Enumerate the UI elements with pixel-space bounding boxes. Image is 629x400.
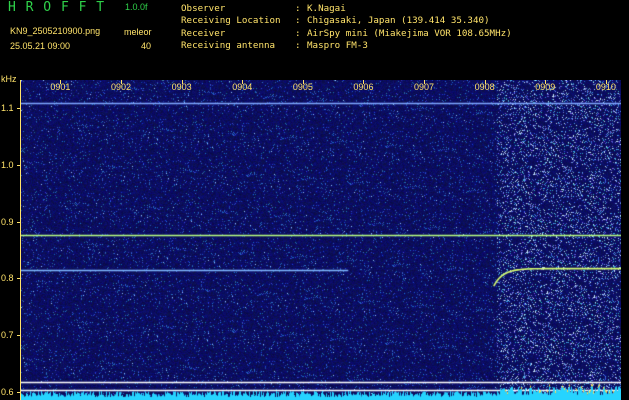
location-value: Chigasaki, Japan (139.414 35.340) <box>307 15 490 27</box>
y-tick-label: 1.0 <box>1 159 14 170</box>
x-tick-mark <box>242 80 244 84</box>
file-name: KN9_2505210900.png <box>10 26 101 36</box>
y-tick-mark <box>17 391 21 393</box>
y-tick-mark <box>17 278 21 280</box>
y-tick-mark <box>17 334 21 336</box>
y-tick-mark <box>17 221 21 223</box>
x-tick-mark <box>302 80 304 84</box>
y-tick-label: 0.9 <box>1 216 14 227</box>
antenna-row: Receiving antenna : Maspro FM-3 <box>181 40 512 52</box>
y-tick-label: 1.1 <box>1 103 14 114</box>
hrofft-window: H R O F F T 1.0.0f KN9_2505210900.png 25… <box>0 0 629 400</box>
date-time: 25.05.21 09:00 <box>10 41 71 51</box>
x-tick-mark <box>424 80 426 84</box>
y-axis-unit: kHz <box>1 74 17 84</box>
y-tick-label: 0.8 <box>1 273 14 284</box>
y-tick-mark <box>17 164 21 166</box>
antenna-separator: : <box>295 39 301 51</box>
location-label: Receiving Location <box>181 15 281 27</box>
x-tick-mark <box>60 80 62 84</box>
x-tick-mark <box>484 80 486 84</box>
receiver-separator: : <box>295 27 301 39</box>
x-tick-mark <box>545 80 547 84</box>
app-version: 1.0.0f <box>125 2 148 12</box>
observer-value: K.Nagai <box>307 3 346 14</box>
receiver-value: AirSpy mini (Miakejima VOR 108.65MHz) <box>307 27 512 39</box>
receiver-label: Receiver <box>181 27 226 39</box>
x-tick-mark <box>605 80 607 84</box>
location-row: Receiving Location : Chigasaki, Japan (1… <box>181 15 512 27</box>
x-tick-mark <box>121 80 122 84</box>
spectrogram-canvas <box>21 80 621 400</box>
antenna-label: Receiving antenna <box>181 39 276 51</box>
y-tick-mark <box>17 108 21 110</box>
mode-label: meleor <box>124 27 152 37</box>
observer-row: Observer : K.Nagai <box>181 3 512 15</box>
x-tick-mark <box>181 80 183 84</box>
antenna-value: Maspro FM-3 <box>307 39 368 51</box>
observer-label: Observer <box>181 3 226 14</box>
x-tick-mark <box>363 80 365 84</box>
station-info: Observer : K.Nagai Receiving Location : … <box>181 3 512 52</box>
y-tick-label: 0.7 <box>1 329 14 340</box>
app-name: H R O F F T <box>8 0 106 15</box>
observer-separator: : <box>295 3 301 14</box>
mode-value: 40 <box>141 41 152 51</box>
location-separator: : <box>295 15 301 27</box>
receiver-row: Receiver : AirSpy mini (Miakejima VOR 10… <box>181 28 512 40</box>
y-tick-label: 0.6 <box>1 386 14 397</box>
